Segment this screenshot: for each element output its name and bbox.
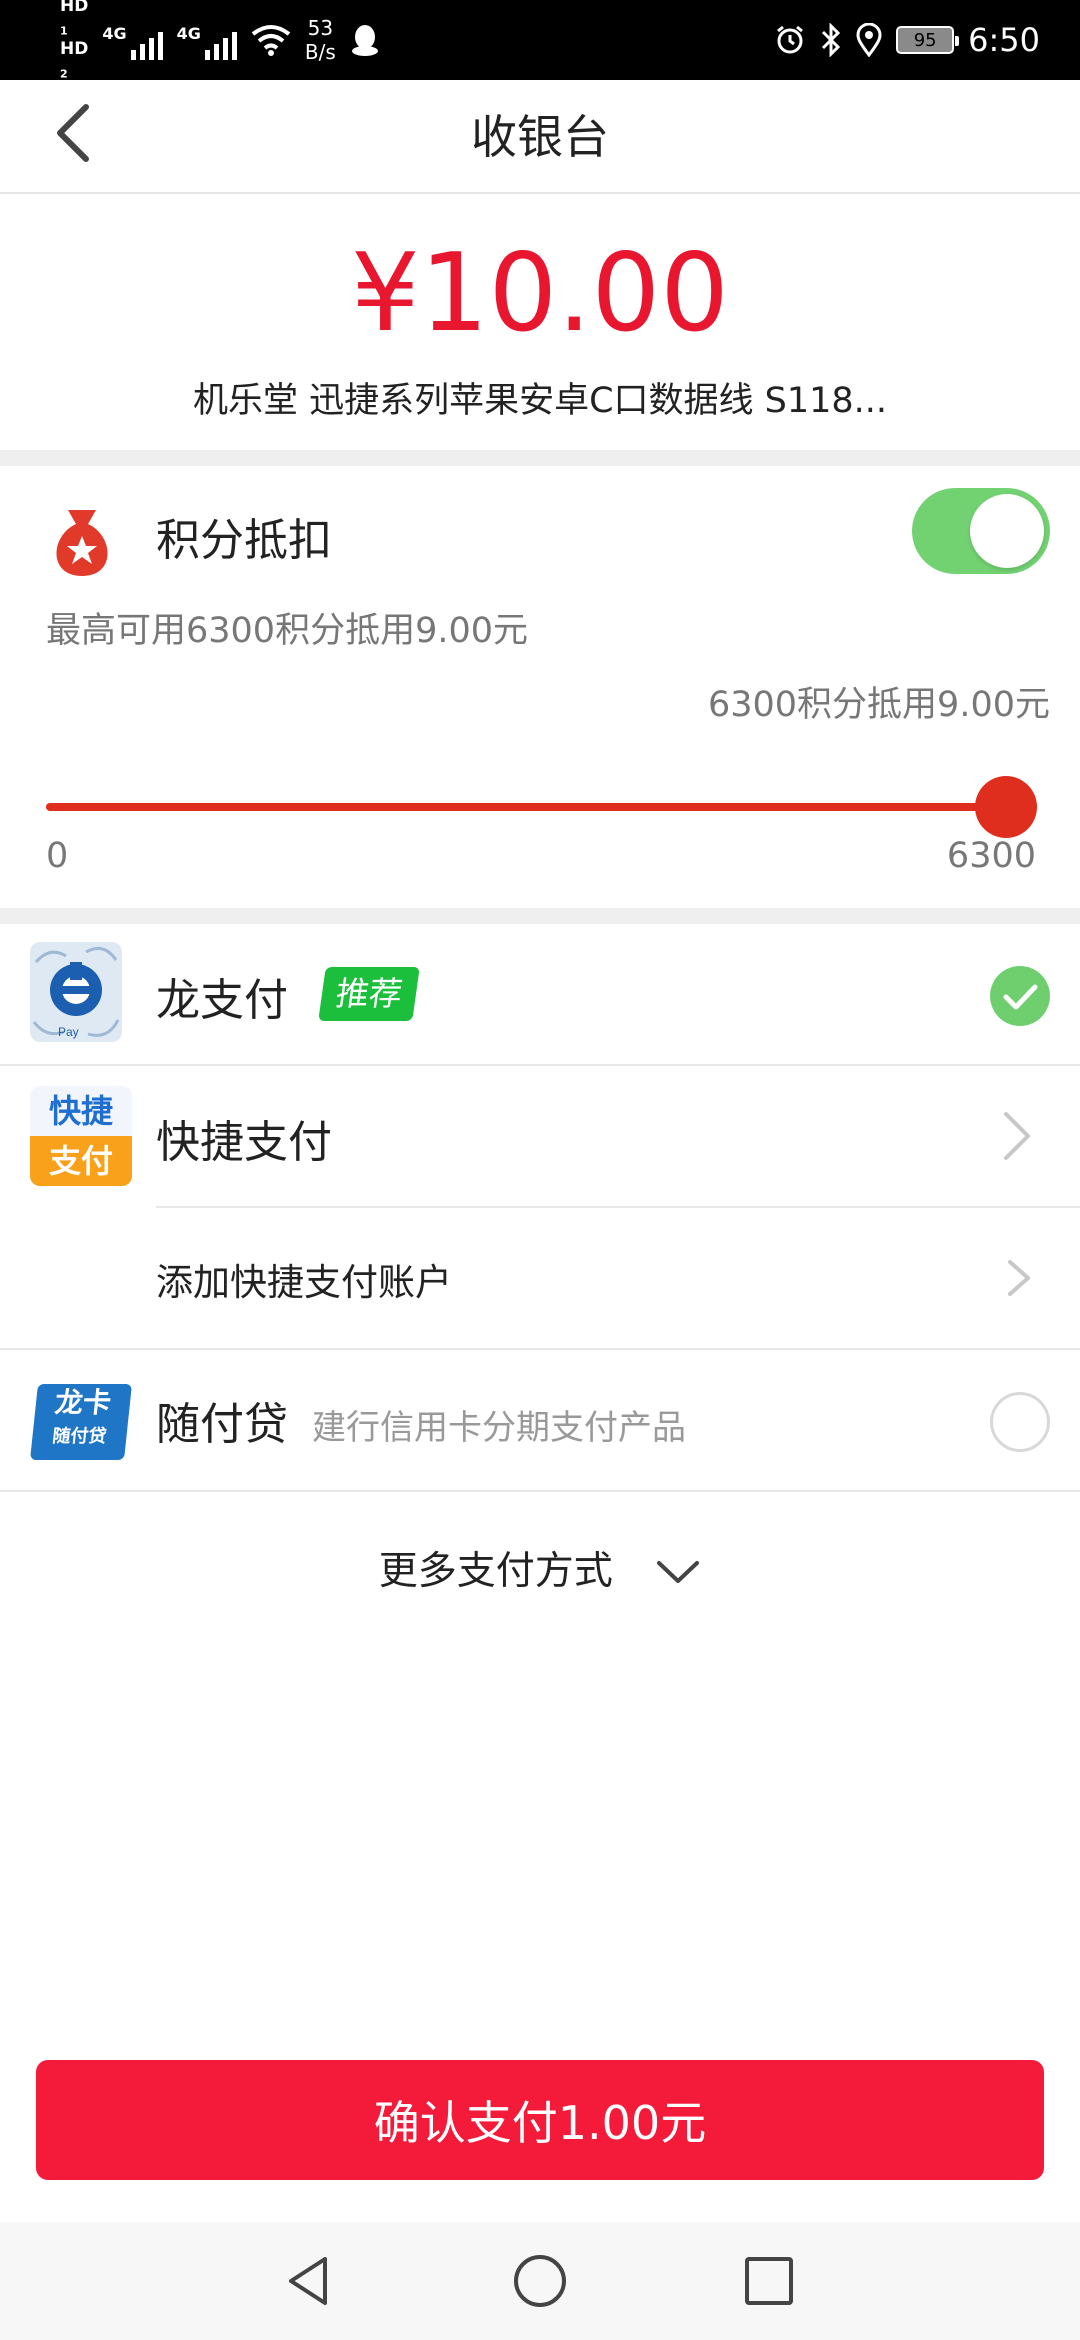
product-name: 机乐堂 迅捷系列苹果安卓C口数据线 S118... [192, 381, 888, 421]
nav-recent-button[interactable] [734, 2246, 804, 2316]
nav-home-button[interactable] [505, 2246, 575, 2316]
order-summary: ¥10.00 机乐堂 迅捷系列苹果安卓C口数据线 S118... [0, 196, 1080, 450]
quickpay-logo-bottom-text: 支付 [30, 1136, 132, 1186]
hd-indicator: HD 1 HD 2 [60, 0, 89, 81]
points-toggle[interactable] [912, 488, 1050, 574]
slider-min-label: 0 [46, 836, 69, 876]
status-bar-left: HD 1 HD 2 4G 4G 53 B/s [60, 0, 380, 80]
quickpay-logo-icon: 快捷 支付 [30, 1086, 132, 1186]
suifudai-radio[interactable] [990, 1392, 1050, 1452]
suifudai-logo-bottom-text: 随付贷 [51, 1426, 108, 1447]
quickpay-label: 快捷支付 [156, 1117, 332, 1168]
longpay-selected-check[interactable] [990, 966, 1050, 1026]
nav-recent-icon [745, 2257, 793, 2305]
slider-max-label: 6300 [946, 836, 1036, 876]
confirm-payment-button[interactable]: 确认支付1.00元 [36, 2060, 1044, 2180]
clock: 6:50 [968, 21, 1040, 59]
chevron-right-icon [1008, 1260, 1030, 1296]
check-icon [1003, 984, 1038, 1010]
points-deduction-section: 积分抵扣 最高可用6300积分抵用9.00元 6300积分抵用9.00元 0 6… [0, 466, 1080, 906]
page-title: 收银台 [471, 110, 609, 164]
status-bar: HD 1 HD 2 4G 4G 53 B/s 95 6:50 [0, 0, 1080, 80]
payment-option-quickpay[interactable]: 快捷 支付 快捷支付 [0, 1066, 1080, 1206]
nav-back-icon [289, 2257, 327, 2305]
longpay-label: 龙支付 [156, 975, 288, 1026]
chevron-down-icon [657, 1560, 700, 1583]
nav-back-button[interactable] [274, 2246, 344, 2316]
chevron-right-icon [1004, 1112, 1030, 1160]
quickpay-logo-top-text: 快捷 [30, 1086, 132, 1136]
points-slider[interactable] [46, 776, 1037, 838]
app-header: 收银台 [0, 80, 1080, 194]
points-title: 积分抵扣 [156, 515, 332, 566]
slider-fill [46, 803, 1006, 811]
payment-option-longpay[interactable]: Pay 龙支付 推荐 [0, 924, 1080, 1064]
longpay-logo-icon: Pay [30, 942, 122, 1042]
nav-home-icon [514, 2255, 566, 2307]
section-divider [0, 908, 1080, 924]
recommended-badge: 推荐 [318, 967, 420, 1021]
qq-icon [351, 25, 378, 56]
signal-icon: 4G [102, 20, 163, 60]
add-quickpay-account[interactable]: 添加快捷支付账户 [0, 1208, 1080, 1348]
svg-text:Pay: Pay [58, 1025, 79, 1039]
bluetooth-icon [822, 23, 841, 57]
wifi-icon [251, 25, 291, 56]
order-amount: ¥10.00 [351, 231, 729, 356]
add-quickpay-account-label: 添加快捷支付账户 [156, 1261, 452, 1304]
payment-option-suifudai[interactable]: 龙卡 随付贷 随付贷 建行信用卡分期支付产品 [0, 1350, 1080, 1490]
signal-icon-2: 4G [177, 20, 237, 60]
money-bag-icon [56, 510, 108, 576]
alarm-icon [777, 25, 804, 54]
suifudai-logo-icon: 龙卡 随付贷 [30, 1384, 132, 1460]
status-bar-right: 95 6:50 [774, 0, 1040, 80]
battery-indicator: 95 [896, 26, 960, 54]
system-nav-bar [0, 2222, 1080, 2340]
slider-thumb[interactable] [975, 776, 1037, 838]
row-divider [0, 1490, 1080, 1492]
section-divider [0, 450, 1080, 466]
location-icon [856, 23, 882, 57]
points-max-description: 最高可用6300积分抵用9.00元 [46, 611, 529, 651]
network-speed: 53 B/s [304, 16, 336, 64]
toggle-knob [970, 494, 1044, 568]
points-current-value: 6300积分抵用9.00元 [707, 685, 1050, 725]
more-payment-methods-label: 更多支付方式 [378, 1548, 613, 1594]
more-payment-methods[interactable]: 更多支付方式 [0, 1530, 1080, 1610]
suifudai-label: 随付贷 [156, 1399, 288, 1450]
suifudai-logo-top-text: 龙卡 [53, 1386, 113, 1419]
suifudai-description: 建行信用卡分期支付产品 [312, 1408, 686, 1448]
